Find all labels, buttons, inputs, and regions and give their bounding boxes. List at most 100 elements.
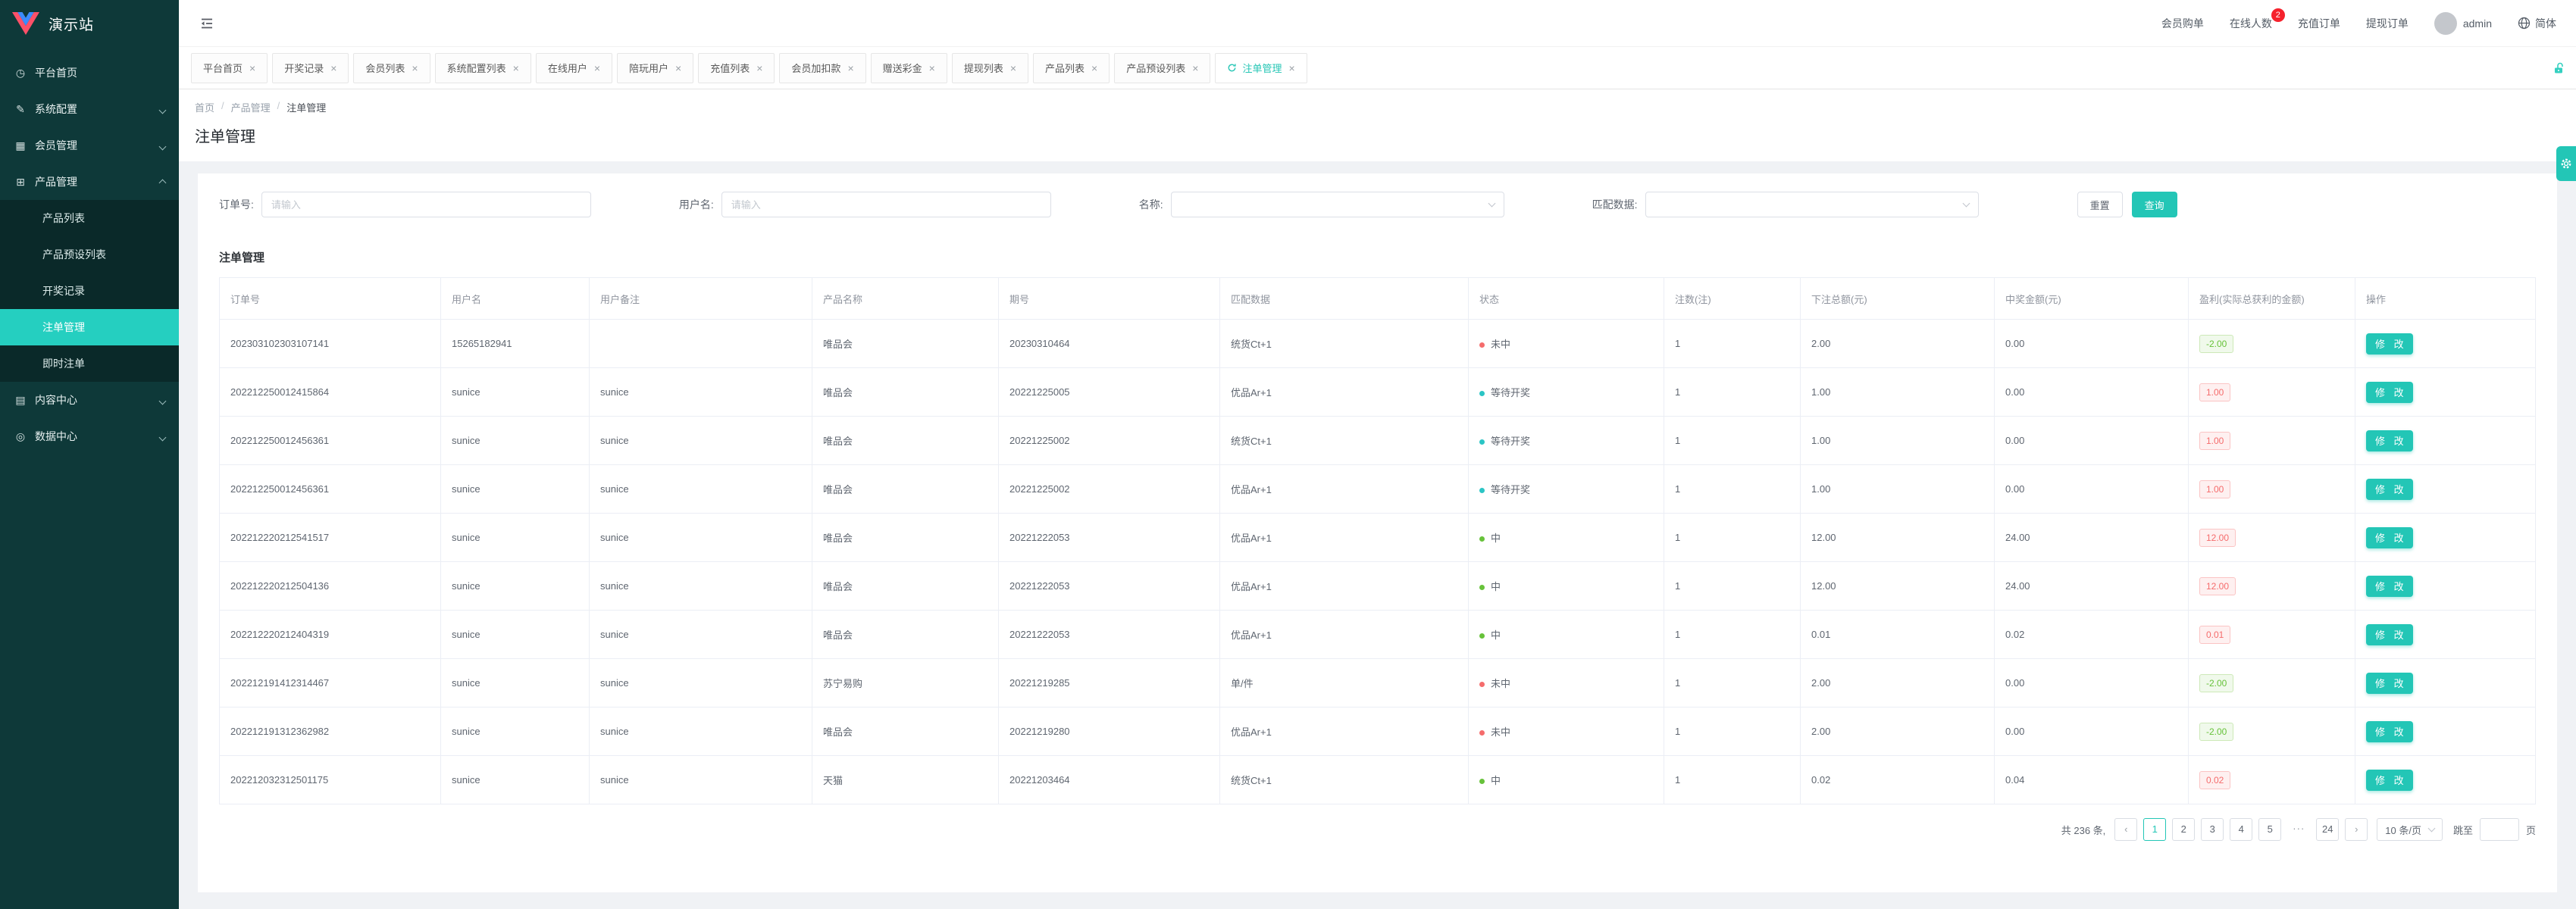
breadcrumb-home[interactable]: 首页: [195, 100, 214, 114]
breadcrumb: 首页 / 产品管理 / 注单管理: [195, 100, 2560, 114]
pagination-ellipsis: ···: [2287, 818, 2310, 841]
action-cell: 修 改: [2355, 611, 2536, 659]
search-button[interactable]: 查询: [2132, 192, 2177, 217]
close-icon[interactable]: ×: [756, 62, 762, 74]
edit-button[interactable]: 修 改: [2366, 624, 2413, 645]
close-icon[interactable]: ×: [929, 62, 935, 74]
win-cell: 0.00: [1995, 368, 2189, 417]
tab-系统配置列表[interactable]: 系统配置列表×: [435, 53, 531, 83]
edit-button[interactable]: 修 改: [2366, 673, 2413, 694]
column-header-用户名: 用户名: [441, 278, 590, 320]
issue-cell: 20221222053: [999, 514, 1220, 562]
close-icon[interactable]: ×: [1192, 62, 1198, 74]
username-input[interactable]: [721, 192, 1051, 217]
lock-icon[interactable]: [2553, 61, 2565, 74]
tab-提现列表[interactable]: 提现列表×: [952, 53, 1028, 83]
close-icon[interactable]: ×: [249, 62, 255, 74]
remark-cell: [590, 320, 812, 368]
close-icon[interactable]: ×: [1288, 62, 1294, 74]
tab-注单管理[interactable]: 注单管理×: [1215, 53, 1307, 83]
jump-to-input[interactable]: [2480, 818, 2519, 841]
edit-button[interactable]: 修 改: [2366, 479, 2413, 500]
header-link-online-users[interactable]: 在线人数 2: [2230, 16, 2272, 31]
tab-label: 会员列表: [365, 61, 405, 75]
edit-button[interactable]: 修 改: [2366, 770, 2413, 791]
close-icon[interactable]: ×: [513, 62, 519, 74]
sidebar-subitem-开奖记录[interactable]: 开奖记录: [0, 273, 179, 309]
close-icon[interactable]: ×: [1091, 62, 1097, 74]
sidebar-item-系统配置[interactable]: ✎系统配置: [0, 91, 179, 127]
language-switch[interactable]: 简体: [2518, 16, 2556, 31]
close-icon[interactable]: ×: [330, 62, 336, 74]
sidebar-subitem-即时注单[interactable]: 即时注单: [0, 345, 179, 382]
page-button-24[interactable]: 24: [2316, 818, 2339, 841]
user-menu[interactable]: admin: [2434, 12, 2492, 35]
edit-button[interactable]: 修 改: [2366, 527, 2413, 548]
profit-cell: 0.01: [2189, 611, 2355, 659]
order-no-input[interactable]: [261, 192, 591, 217]
logo[interactable]: 演示站: [0, 0, 179, 47]
win-cell: 0.00: [1995, 659, 2189, 708]
sidebar-item-数据中心[interactable]: ◎数据中心: [0, 418, 179, 454]
sidebar-subitem-产品列表[interactable]: 产品列表: [0, 200, 179, 236]
page-button-3[interactable]: 3: [2201, 818, 2224, 841]
bets-cell: 1: [1664, 514, 1801, 562]
edit-button[interactable]: 修 改: [2366, 430, 2413, 451]
bets-cell: 1: [1664, 320, 1801, 368]
page-button-5[interactable]: 5: [2258, 818, 2281, 841]
page-button-2[interactable]: 2: [2172, 818, 2195, 841]
edit-button[interactable]: 修 改: [2366, 333, 2413, 355]
sidebar-item-内容中心[interactable]: ▤内容中心: [0, 382, 179, 418]
close-icon[interactable]: ×: [594, 62, 600, 74]
sidebar-item-会员管理[interactable]: ▦会员管理: [0, 127, 179, 164]
sidebar-item-产品管理[interactable]: ⊞产品管理: [0, 164, 179, 200]
next-page-button[interactable]: ›: [2345, 818, 2368, 841]
tab-平台首页[interactable]: 平台首页×: [191, 53, 268, 83]
tab-开奖记录[interactable]: 开奖记录×: [272, 53, 349, 83]
tab-在线用户[interactable]: 在线用户×: [536, 53, 612, 83]
product-cell: 唯品会: [812, 562, 999, 611]
edit-button[interactable]: 修 改: [2366, 382, 2413, 403]
name-select[interactable]: [1171, 192, 1504, 217]
header-link-withdraw-orders[interactable]: 提现订单: [2366, 16, 2409, 31]
match-select[interactable]: [1645, 192, 1979, 217]
column-header-中奖金额(元): 中奖金额(元): [1995, 278, 2189, 320]
tab-赠送彩金[interactable]: 赠送彩金×: [871, 53, 947, 83]
username-cell: sunice: [441, 756, 590, 804]
close-icon[interactable]: ×: [412, 62, 418, 74]
breadcrumb-product[interactable]: 产品管理: [231, 100, 271, 114]
page-button-4[interactable]: 4: [2230, 818, 2252, 841]
header-link-recharge-orders[interactable]: 充值订单: [2298, 16, 2340, 31]
sidebar-item-平台首页[interactable]: ◷平台首页: [0, 55, 179, 91]
tab-产品预设列表[interactable]: 产品预设列表×: [1114, 53, 1210, 83]
edit-button[interactable]: 修 改: [2366, 721, 2413, 742]
column-header-盈利(实际总获利的金额): 盈利(实际总获利的金额): [2189, 278, 2355, 320]
tab-产品列表[interactable]: 产品列表×: [1033, 53, 1110, 83]
close-icon[interactable]: ×: [847, 62, 853, 74]
order-no-cell: 202212250012456361: [220, 465, 441, 514]
table-row: 20230310230310714115265182941唯品会20230310…: [220, 320, 2536, 368]
settings-flyout-button[interactable]: [2556, 146, 2576, 181]
edit-button[interactable]: 修 改: [2366, 576, 2413, 597]
sidebar-subitem-label: 注单管理: [42, 320, 85, 335]
reset-button[interactable]: 重置: [2077, 192, 2123, 217]
header-link-member-orders[interactable]: 会员购单: [2161, 16, 2204, 31]
sidebar-collapse-icon[interactable]: [199, 15, 215, 32]
sidebar-subitem-产品预设列表[interactable]: 产品预设列表: [0, 236, 179, 273]
page-size-select[interactable]: 10 条/页: [2377, 818, 2443, 841]
tab-会员列表[interactable]: 会员列表 ×: [353, 53, 430, 83]
close-icon[interactable]: ×: [1010, 62, 1016, 74]
bets-cell: 1: [1664, 659, 1801, 708]
action-cell: 修 改: [2355, 562, 2536, 611]
tab-会员加扣款[interactable]: 会员加扣款 ×: [779, 53, 865, 83]
page-button-1[interactable]: 1: [2143, 818, 2166, 841]
tab-陪玩用户[interactable]: 陪玩用户×: [617, 53, 693, 83]
sidebar-subitem-注单管理[interactable]: 注单管理: [0, 309, 179, 345]
tab-label: 会员加扣款: [791, 61, 840, 75]
total-cell: 1.00: [1801, 465, 1995, 514]
refresh-icon[interactable]: [1227, 63, 1237, 73]
tab-充值列表[interactable]: 充值列表×: [698, 53, 775, 83]
close-icon[interactable]: ×: [675, 62, 681, 74]
status-dot-icon: [1479, 439, 1485, 445]
prev-page-button[interactable]: ‹: [2114, 818, 2137, 841]
